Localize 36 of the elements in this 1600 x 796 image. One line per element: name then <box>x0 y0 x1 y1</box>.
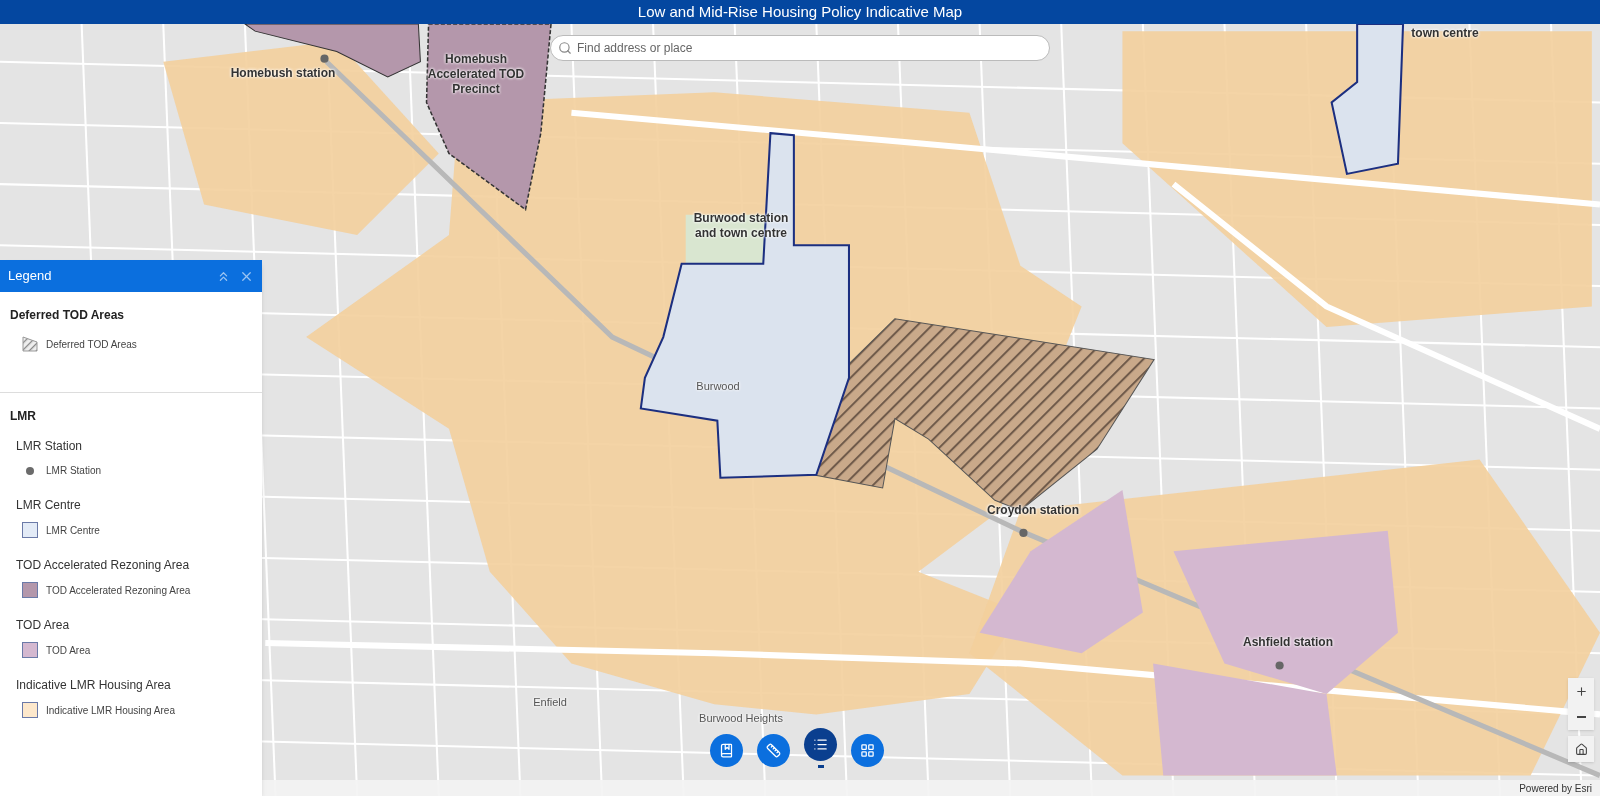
map-label: Burwood Heights <box>699 712 783 726</box>
minus-icon <box>1576 716 1586 718</box>
legend-layer-title: LMR Centre <box>16 497 82 514</box>
map-label: Burwood <box>696 380 740 394</box>
plus-icon <box>1574 684 1588 698</box>
legend-icon <box>813 737 828 752</box>
legend-item-label: Indicative LMR Housing Area <box>46 703 175 718</box>
attribution-text: Powered by Esri <box>1519 781 1592 796</box>
selected-indicator <box>817 765 824 768</box>
legend-group-title: LMR <box>10 408 37 425</box>
legend-title: Legend <box>8 267 52 286</box>
map-label: Ashfield station <box>1242 635 1334 650</box>
legend-item-label: Deferred TOD Areas <box>46 337 137 352</box>
basemap-icon <box>860 743 875 758</box>
home-icon <box>1574 742 1588 756</box>
map-label: Croydon station <box>986 503 1080 518</box>
map-label: Enfield <box>533 696 567 710</box>
measure-icon <box>766 743 781 758</box>
legend-item-label: LMR Station <box>46 464 102 478</box>
legend-item-label: LMR Centre <box>46 523 100 538</box>
map-label: Homebush station <box>229 66 337 81</box>
bookmark-icon <box>719 743 734 758</box>
map-label: town centre <box>1410 26 1480 41</box>
hatch-swatch-icon <box>22 336 38 352</box>
legend-item-label: TOD Area <box>46 643 91 658</box>
legend-layer-title: TOD Accelerated Rezoning Area <box>16 557 191 574</box>
legend-group-title: Deferred TOD Areas <box>10 307 126 324</box>
app-title: Low and Mid-Rise Housing Policy Indicative Map <box>637 1 963 22</box>
legend-layer-title: LMR Station <box>16 438 84 455</box>
home-button[interactable] <box>1568 736 1594 762</box>
search-icon <box>558 41 572 55</box>
legend-item-label: TOD Accelerated Rezoning Area <box>46 583 191 598</box>
legend-layer-title: TOD Area <box>16 617 71 634</box>
map-label: Homebush Accelerated TOD Precinct <box>426 52 526 97</box>
search-field[interactable]: Find address or place <box>550 35 1050 61</box>
legend-layer-title: Indicative LMR Housing Area <box>16 677 172 694</box>
